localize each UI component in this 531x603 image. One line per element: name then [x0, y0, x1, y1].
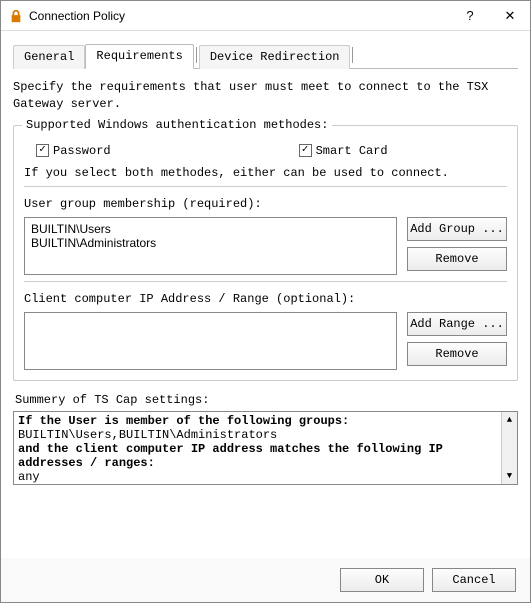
list-item[interactable]: BUILTIN\Users — [31, 222, 390, 236]
scroll-down-icon[interactable]: ▼ — [502, 468, 517, 484]
ip-range-listbox[interactable] — [24, 312, 397, 370]
close-button[interactable]: ✕ — [490, 1, 530, 30]
scroll-up-icon[interactable]: ▲ — [502, 412, 517, 428]
tabs: General Requirements Device Redirection — [13, 43, 518, 69]
add-group-button[interactable]: Add Group ... — [407, 217, 507, 241]
tab-requirements[interactable]: Requirements — [85, 44, 193, 69]
tab-separator — [196, 47, 197, 63]
ok-button[interactable]: OK — [340, 568, 424, 592]
auth-both-hint: If you select both methodes, either can … — [24, 166, 507, 180]
summary-title: Summery of TS Cap settings: — [15, 393, 518, 407]
lock-icon — [9, 9, 23, 23]
tab-general[interactable]: General — [13, 45, 85, 69]
auth-groupbox: Supported Windows authentication methode… — [13, 125, 518, 381]
list-item[interactable]: BUILTIN\Administrators — [31, 236, 390, 250]
help-button[interactable]: ? — [450, 1, 490, 30]
content-area: General Requirements Device Redirection … — [1, 31, 530, 491]
password-checkbox[interactable]: ✓ Password — [36, 144, 191, 158]
remove-group-button[interactable]: Remove — [407, 247, 507, 271]
window-title: Connection Policy — [29, 9, 450, 23]
summary-line: If the User is member of the following g… — [18, 414, 513, 428]
scrollbar[interactable]: ▲ ▼ — [501, 412, 517, 484]
separator — [24, 281, 507, 282]
separator — [24, 186, 507, 187]
ip-group-title: Client computer IP Address / Range (opti… — [24, 292, 507, 306]
titlebar: Connection Policy ? ✕ — [1, 1, 530, 31]
dialog-window: Connection Policy ? ✕ General Requiremen… — [0, 0, 531, 603]
tab-device-redirection[interactable]: Device Redirection — [199, 45, 351, 69]
summary-textarea[interactable]: If the User is member of the following g… — [13, 411, 518, 485]
summary-line: BUILTIN\Users,BUILTIN\Administrators — [18, 428, 513, 442]
add-range-button[interactable]: Add Range ... — [407, 312, 507, 336]
summary-line: and the client computer IP address match… — [18, 442, 513, 470]
tab-separator-2 — [352, 47, 353, 63]
description-text: Specify the requirements that user must … — [13, 79, 518, 113]
cancel-button[interactable]: Cancel — [432, 568, 516, 592]
remove-range-button[interactable]: Remove — [407, 342, 507, 366]
smartcard-checkbox[interactable]: ✓ Smart Card — [299, 144, 388, 158]
summary-line: any — [18, 470, 513, 484]
footer: OK Cancel — [1, 558, 530, 602]
checkmark-icon: ✓ — [36, 144, 49, 157]
user-group-listbox[interactable]: BUILTIN\Users BUILTIN\Administrators — [24, 217, 397, 275]
auth-groupbox-title: Supported Windows authentication methode… — [22, 118, 332, 132]
user-group-title: User group membership (required): — [24, 197, 507, 211]
checkmark-icon: ✓ — [299, 144, 312, 157]
password-checkbox-label: Password — [53, 144, 111, 158]
smartcard-checkbox-label: Smart Card — [316, 144, 388, 158]
